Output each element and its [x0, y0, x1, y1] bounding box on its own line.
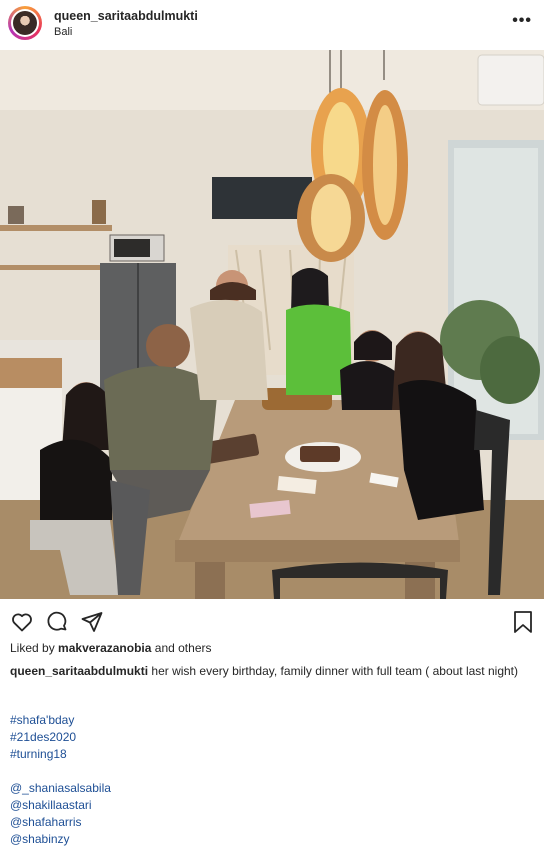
likes-suffix[interactable]: and others: [155, 641, 212, 655]
caption-tags: #shafa'bday #21des2020 #turning18 @_shan…: [10, 712, 111, 848]
mention-link[interactable]: @shabinzy: [10, 831, 111, 848]
post-location[interactable]: Bali: [54, 26, 72, 38]
likes-prefix: Liked by: [10, 641, 55, 655]
post-username[interactable]: queen_saritaabdulmukti: [54, 9, 198, 23]
hashtag-link[interactable]: #shafa'bday: [10, 712, 111, 729]
mention-link[interactable]: @shafaharris: [10, 814, 111, 831]
mention-link[interactable]: @_shaniasalsabila: [10, 780, 111, 797]
likes-user-link[interactable]: makverazanobia: [58, 641, 151, 655]
more-options-icon[interactable]: •••: [512, 12, 532, 30]
comment-icon[interactable]: [45, 610, 69, 639]
caption-username[interactable]: queen_saritaabdulmukti: [10, 664, 148, 678]
send-icon[interactable]: [80, 610, 104, 639]
caption-text: her wish every birthday, family dinner w…: [151, 664, 518, 678]
caption: queen_saritaabdulmukti her wish every bi…: [10, 663, 534, 680]
mention-link[interactable]: @shakillaastari: [10, 797, 111, 814]
hashtag-link[interactable]: #turning18: [10, 746, 111, 763]
post-header: queen_saritaabdulmukti Bali •••: [0, 0, 544, 48]
action-bar: [0, 608, 544, 636]
post-photo[interactable]: [0, 50, 544, 599]
heart-icon[interactable]: [10, 610, 34, 639]
likes-line: Liked by makverazanobia and others: [10, 641, 212, 655]
bookmark-icon[interactable]: [512, 610, 534, 639]
hashtag-link[interactable]: #21des2020: [10, 729, 111, 746]
avatar[interactable]: [8, 6, 42, 40]
